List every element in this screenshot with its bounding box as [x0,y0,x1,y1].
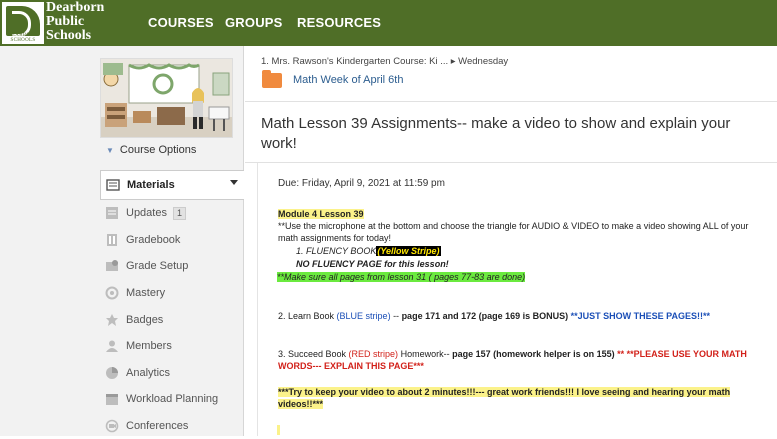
divider [245,101,777,102]
grade-setup-icon [104,258,120,274]
sidebar-item-label: Analytics [126,366,171,379]
course-sidebar: ▼ Course Options Materials Updates 1 Grad… [0,46,244,436]
sidebar-item-updates[interactable]: Updates 1 [100,200,244,227]
learn-book-stripe: (BLUE stripe) [336,311,391,321]
nav-resources[interactable]: RESOURCES [297,15,381,30]
gradebook-icon [104,232,120,248]
sidebar-item-badges[interactable]: Badges [100,306,244,333]
sidebar-item-grade-setup[interactable]: Grade Setup [100,253,244,280]
folder-title-link[interactable]: Math Week of April 6th [293,74,403,86]
closing-note-text: ***Try to keep your video to about 2 min… [278,387,731,409]
sidebar-item-label: Members [126,340,172,353]
conferences-icon [104,418,120,434]
instructions-text: **Use the microphone at the bottom and c… [278,221,749,243]
sidebar-item-gradebook[interactable]: Gradebook [100,227,244,254]
closing-note: ***Try to keep your video to about 2 min… [278,387,768,410]
module-heading-text: Module 4 Lesson 39 [278,209,364,219]
sidebar-item-workload-planning[interactable]: Workload Planning [100,386,244,413]
due-date: Due: Friday, April 9, 2021 at 11:59 pm [278,178,445,189]
logo-mark-icon [6,6,40,37]
chevron-down-icon[interactable] [230,180,238,185]
assignment-body: Due: Friday, April 9, 2021 at 11:59 pm M… [257,163,777,436]
learn-book-pages: page 171 and 172 (page 169 is BONUS) [401,311,569,321]
text-cursor-highlight [277,425,280,435]
folder-icon [262,70,282,88]
sidebar-item-label: Materials [127,179,175,191]
sidebar-item-materials[interactable]: Materials [100,170,244,200]
learn-book-line: 2. Learn Book (BLUE stripe) -- page 171 … [278,311,773,323]
sidebar-item-label: Workload Planning [126,393,219,406]
classroom-illustration-icon [101,59,232,137]
module-heading: Module 4 Lesson 39 [278,209,364,221]
succeed-book-line: 3. Succeed Book (RED stripe) Homework-- … [278,349,768,372]
sidebar-item-mastery[interactable]: Mastery [100,280,244,307]
updates-icon [104,205,120,221]
sidebar-item-label: Mastery [126,287,166,300]
learn-book-separator: -- [390,311,402,321]
sidebar-item-label: Grade Setup [126,260,189,273]
fluency-line: 1. FLUENCY BOOK(Yellow Stripe) [296,246,441,258]
succeed-book-prefix: 3. Succeed Book [278,349,349,359]
succeed-book-separator: Homework-- [398,349,453,359]
course-menu: Materials Updates 1 Gradebook Grade Setu… [100,170,244,439]
learn-book-note: **JUST SHOW THESE PAGES!!** [568,311,710,321]
sidebar-item-conferences[interactable]: Conferences [100,413,244,439]
course-options-label: Course Options [119,144,197,156]
course-options-toggle[interactable]: ▼ Course Options [106,144,196,156]
sidebar-item-label: Conferences [126,420,189,433]
logo-wordmark[interactable]: Dearborn Public Schools [46,1,104,43]
top-navigation-bar: DEARBORN SCHOOLS Dearborn Public Schools… [0,0,777,46]
course-banner-image [100,58,233,138]
badges-icon [104,312,120,328]
succeed-book-pages: page 157 (homework helper is on 155) [452,349,615,359]
no-fluency-note: NO FLUENCY PAGE for this lesson! [296,259,449,269]
nav-groups[interactable]: GROUPS [225,15,283,30]
triangle-down-icon: ▼ [106,146,114,155]
fluency-stripe-label: (Yellow Stripe) [376,246,441,256]
analytics-icon [104,365,120,381]
make-sure-note-text: **Make sure all pages from lesson 31 ( p… [277,272,526,282]
sidebar-item-label: Updates [126,207,167,220]
learn-book-prefix: 2. Learn Book [278,311,337,321]
updates-count-badge: 1 [172,206,186,220]
workload-planning-icon [104,391,120,407]
sidebar-item-label: Badges [126,313,164,326]
fluency-label: 1. FLUENCY BOOK [296,246,377,256]
sidebar-item-members[interactable]: Members [100,333,244,360]
materials-icon [105,177,121,193]
members-icon [104,338,120,354]
nav-courses[interactable]: COURSES [148,15,214,30]
logo-line-2: Public [46,14,85,29]
breadcrumb[interactable]: 1. Mrs. Rawson's Kindergarten Course: Ki… [261,56,508,67]
succeed-book-stripe: (RED stripe) [348,349,399,359]
mastery-icon [104,285,120,301]
logo-small-text: DEARBORN SCHOOLS [8,33,38,43]
sidebar-item-label: Gradebook [126,233,181,246]
main-content: 1. Mrs. Rawson's Kindergarten Course: Ki… [245,46,777,436]
page-title: Math Lesson 39 Assignments-- make a vide… [261,115,731,152]
logo-line-3: Schools [46,28,92,43]
logo-line-1: Dearborn [46,0,105,15]
sidebar-item-analytics[interactable]: Analytics [100,360,244,387]
make-sure-note: **Make sure all pages from lesson 31 ( p… [277,272,526,284]
district-logo[interactable]: DEARBORN SCHOOLS [2,2,44,44]
